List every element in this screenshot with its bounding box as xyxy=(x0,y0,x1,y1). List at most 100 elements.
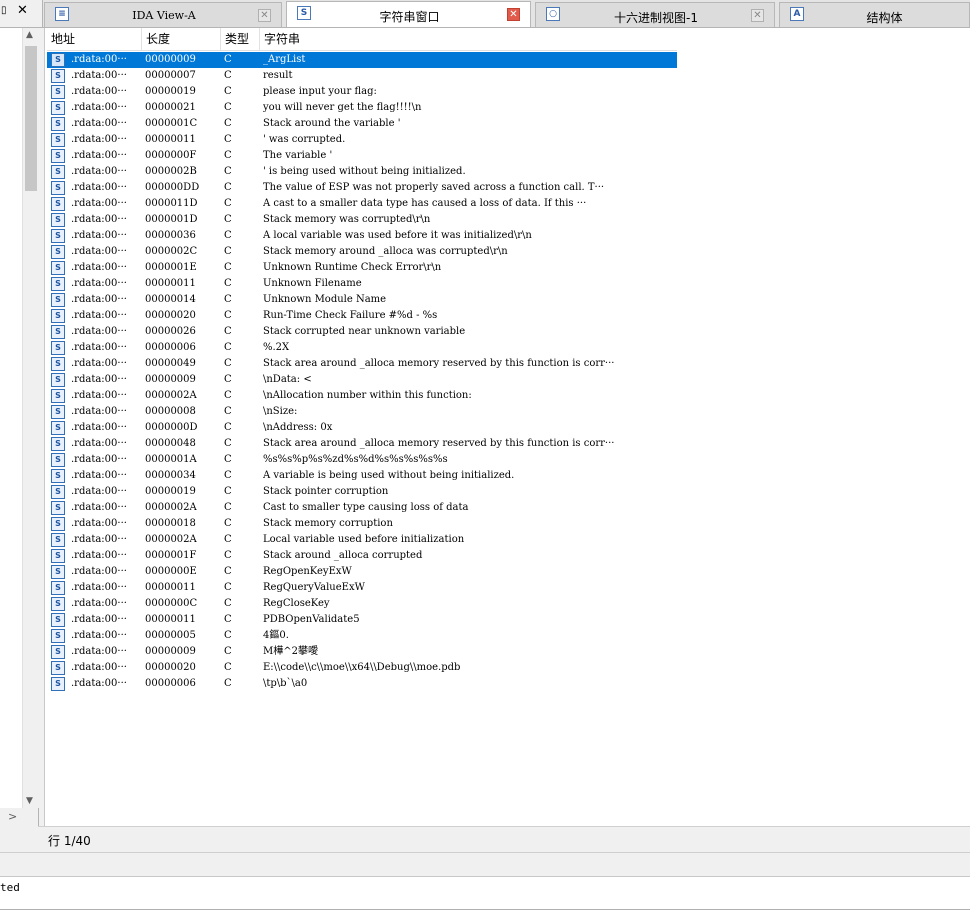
panel-divider[interactable] xyxy=(0,852,970,877)
string-icon: S xyxy=(51,197,65,211)
table-row[interactable]: S .rdata:00··· 00000009 C \nData: < xyxy=(47,372,677,388)
table-row[interactable]: S .rdata:00··· 00000048 C Stack area around … xyxy=(47,436,677,452)
string-icon: S xyxy=(51,357,65,371)
table-row[interactable]: S .rdata:00··· 0000002A C \nAllocation numbe… xyxy=(47,388,677,404)
table-row[interactable]: S .rdata:00··· 0000001F C Stack around _allo… xyxy=(47,548,677,564)
left-panel-tab[interactable]: ▯ ✕ xyxy=(0,0,43,27)
table-row[interactable]: S .rdata:00··· 0000001D C Stack memory was c… xyxy=(47,212,677,228)
table-row[interactable]: S .rdata:00··· 0000011D C A cast to a smalle… xyxy=(47,196,677,212)
cell-string: Unknown Runtime Check Error\r\n xyxy=(263,262,442,273)
string-icon: S xyxy=(51,53,65,67)
cell-string: PDBOpenValidate5 xyxy=(263,614,360,625)
cell-address: .rdata:00··· xyxy=(71,326,127,337)
cell-type: C xyxy=(224,54,232,65)
cell-length: 00000021 xyxy=(145,102,196,113)
table-row[interactable]: S .rdata:00··· 00000018 C Stack memory corru… xyxy=(47,516,677,532)
cell-address: .rdata:00··· xyxy=(71,630,127,641)
tab-strings-window[interactable]: S 字符串窗口 ✕ xyxy=(286,1,531,27)
table-row[interactable]: S .rdata:00··· 00000036 C A local variable w… xyxy=(47,228,677,244)
cell-type: C xyxy=(224,118,232,129)
cell-string: _ArgList xyxy=(263,54,306,65)
cell-type: C xyxy=(224,182,232,193)
table-row[interactable]: S .rdata:00··· 0000001C C Stack around the v… xyxy=(47,116,677,132)
cell-address: .rdata:00··· xyxy=(71,422,127,433)
close-icon[interactable]: ✕ xyxy=(507,8,520,21)
table-row[interactable]: S .rdata:00··· 00000019 C Stack pointer corr… xyxy=(47,484,677,500)
cell-string: \tp\b`\a0 xyxy=(263,678,308,689)
table-row[interactable]: S .rdata:00··· 00000006 C %.2X xyxy=(47,340,677,356)
table-row[interactable]: S .rdata:00··· 00000008 C \nSize: xyxy=(47,404,677,420)
close-icon[interactable]: ✕ xyxy=(751,9,764,22)
scroll-up-icon[interactable]: ▲ xyxy=(26,30,33,40)
tab-hex-view-1[interactable]: ○ 十六进制视图-1 ✕ xyxy=(535,2,775,27)
table-row[interactable]: S .rdata:00··· 0000000C C RegCloseKey xyxy=(47,596,677,612)
cell-length: 0000002B xyxy=(145,166,197,177)
cell-length: 00000011 xyxy=(145,134,196,145)
table-row[interactable]: S .rdata:00··· 00000014 C Unknown Module Nam… xyxy=(47,292,677,308)
cell-length: 0000011D xyxy=(145,198,198,209)
cell-length: 00000020 xyxy=(145,310,196,321)
table-row[interactable]: S .rdata:00··· 000000DD C The value of ESP w… xyxy=(47,180,677,196)
string-icon: S xyxy=(51,101,65,115)
close-icon[interactable]: ✕ xyxy=(17,4,28,18)
table-row[interactable]: S .rdata:00··· 0000002B C ' is being used wi… xyxy=(47,164,677,180)
tab-ida-view-a[interactable]: ≡ IDA View-A ✕ xyxy=(44,2,282,27)
table-row[interactable]: S .rdata:00··· 0000002A C Local variable use… xyxy=(47,532,677,548)
cell-address: .rdata:00··· xyxy=(71,614,127,625)
cell-address: .rdata:00··· xyxy=(71,646,127,657)
table-row[interactable]: S .rdata:00··· 00000005 C 4鏂0. xyxy=(47,628,677,644)
string-icon: S xyxy=(51,117,65,131)
cell-string: The variable ' xyxy=(263,150,333,161)
cell-type: C xyxy=(224,662,232,673)
cell-string: The value of ESP was not properly saved … xyxy=(263,182,605,193)
cell-string: %.2X xyxy=(263,342,290,353)
scroll-right-icon[interactable]: > xyxy=(8,810,17,823)
string-icon: S xyxy=(51,533,65,547)
cell-length: 00000048 xyxy=(145,438,196,449)
table-row[interactable]: S .rdata:00··· 0000002C C Stack memory aroun… xyxy=(47,244,677,260)
vertical-scrollbar[interactable]: ▲ ▼ xyxy=(22,28,39,808)
table-row[interactable]: S .rdata:00··· 00000020 C Run-Time Check Fai… xyxy=(47,308,677,324)
table-row[interactable]: S .rdata:00··· 00000009 C M樺^2攀噯 xyxy=(47,644,677,660)
cell-type: C xyxy=(224,278,232,289)
table-row[interactable]: S .rdata:00··· 0000001E C Unknown Runtime Ch… xyxy=(47,260,677,276)
tab-structures[interactable]: A 结构体 xyxy=(779,2,970,27)
pin-icon[interactable]: ▯ xyxy=(1,6,11,16)
cell-address: .rdata:00··· xyxy=(71,54,127,65)
table-row[interactable]: S .rdata:00··· 00000034 C A variable is bein… xyxy=(47,468,677,484)
strings-icon: S xyxy=(297,6,311,20)
cell-address: .rdata:00··· xyxy=(71,678,127,689)
table-row[interactable]: S .rdata:00··· 00000006 C \tp\b`\a0 xyxy=(47,676,677,692)
horizontal-scrollbar[interactable]: > xyxy=(0,808,38,826)
column-header-length[interactable]: 长度 xyxy=(142,28,221,50)
close-icon[interactable]: ✕ xyxy=(258,9,271,22)
table-row[interactable]: S .rdata:00··· 00000026 C Stack corrupted ne… xyxy=(47,324,677,340)
column-header-address[interactable]: 地址 xyxy=(47,28,142,50)
table-row[interactable]: S .rdata:00··· 00000011 C RegQueryValueExW xyxy=(47,580,677,596)
table-row[interactable]: S .rdata:00··· 00000011 C ' was corrupted. xyxy=(47,132,677,148)
scrollbar-thumb[interactable] xyxy=(25,46,37,191)
column-header-type[interactable]: 类型 xyxy=(221,28,260,50)
table-row[interactable]: S .rdata:00··· 0000000F C The variable ' xyxy=(47,148,677,164)
output-text: ted xyxy=(0,881,20,894)
table-row[interactable]: S .rdata:00··· 00000049 C Stack area around … xyxy=(47,356,677,372)
table-row[interactable]: S .rdata:00··· 00000011 C Unknown Filename xyxy=(47,276,677,292)
table-row[interactable]: S .rdata:00··· 00000009 C _ArgList xyxy=(47,52,677,68)
table-row[interactable]: S .rdata:00··· 0000001A C %s%s%p%s%zd%s%d%s%… xyxy=(47,452,677,468)
cell-type: C xyxy=(224,534,232,545)
table-row[interactable]: S .rdata:00··· 00000020 C E:\\code\\c\\moe\\… xyxy=(47,660,677,676)
string-icon: S xyxy=(51,485,65,499)
cell-type: C xyxy=(224,214,232,225)
table-row[interactable]: S .rdata:00··· 0000000E C RegOpenKeyExW xyxy=(47,564,677,580)
table-row[interactable]: S .rdata:00··· 00000021 Cyou will never get… xyxy=(47,100,677,116)
table-row[interactable]: S .rdata:00··· 00000011 C PDBOpenValidate5 xyxy=(47,612,677,628)
scroll-down-icon[interactable]: ▼ xyxy=(26,796,33,806)
table-row[interactable]: S .rdata:00··· 0000002A C Cast to smaller ty… xyxy=(47,500,677,516)
table-row[interactable]: S .rdata:00··· 00000019 Cplease input your … xyxy=(47,84,677,100)
table-row[interactable]: S .rdata:00··· 00000007 Cresult xyxy=(47,68,677,84)
column-header-string[interactable]: 字符串 xyxy=(260,28,677,50)
cell-string: \nAllocation number within this function… xyxy=(263,390,472,401)
cell-address: .rdata:00··· xyxy=(71,278,127,289)
cell-type: C xyxy=(224,390,232,401)
table-row[interactable]: S .rdata:00··· 0000000D C \nAddress: 0x xyxy=(47,420,677,436)
